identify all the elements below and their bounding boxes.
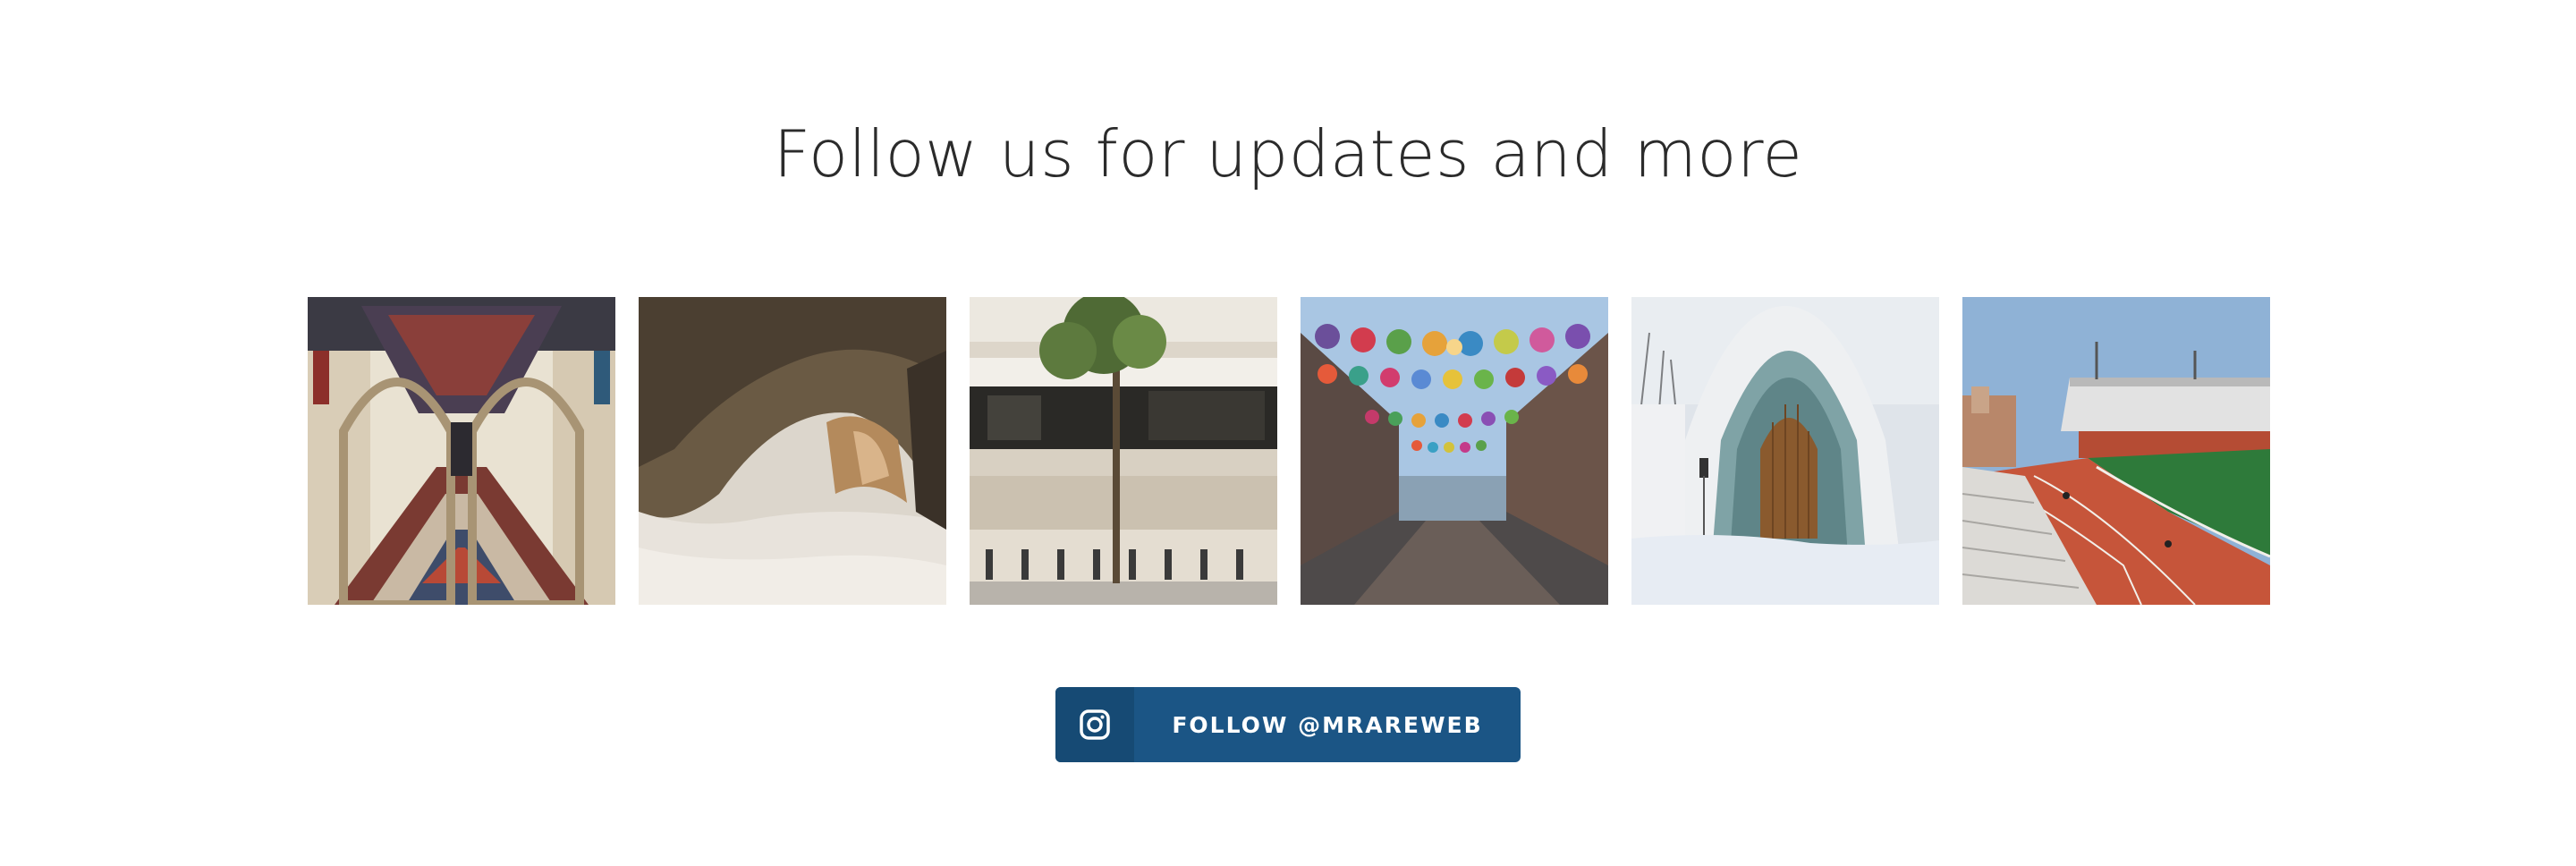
photo-ice-hotel-door	[1631, 297, 1939, 605]
photo-stadium-track	[1962, 297, 2270, 605]
photo-building-street	[970, 297, 1277, 605]
gallery-photo-3[interactable]	[970, 297, 1277, 605]
gallery-photo-6[interactable]	[1962, 297, 2270, 605]
gallery-photo-4[interactable]	[1301, 297, 1608, 605]
gallery-photo-1[interactable]	[308, 297, 615, 605]
follow-button-label: FOLLOW @MRAREWEB	[1172, 711, 1483, 738]
instagram-gallery	[308, 297, 2272, 605]
gallery-photo-5[interactable]	[1631, 297, 1939, 605]
photo-arched-corridor	[308, 297, 615, 605]
instagram-icon	[1080, 709, 1110, 740]
follow-instagram-button[interactable]: FOLLOW @MRAREWEB	[1055, 687, 1521, 762]
photo-lantern-street	[1301, 297, 1608, 605]
follow-button-icon-box	[1055, 687, 1134, 762]
gallery-photo-2[interactable]	[639, 297, 946, 605]
photo-rock-cave	[639, 297, 946, 605]
section-title: Follow us for updates and more	[773, 116, 1803, 191]
